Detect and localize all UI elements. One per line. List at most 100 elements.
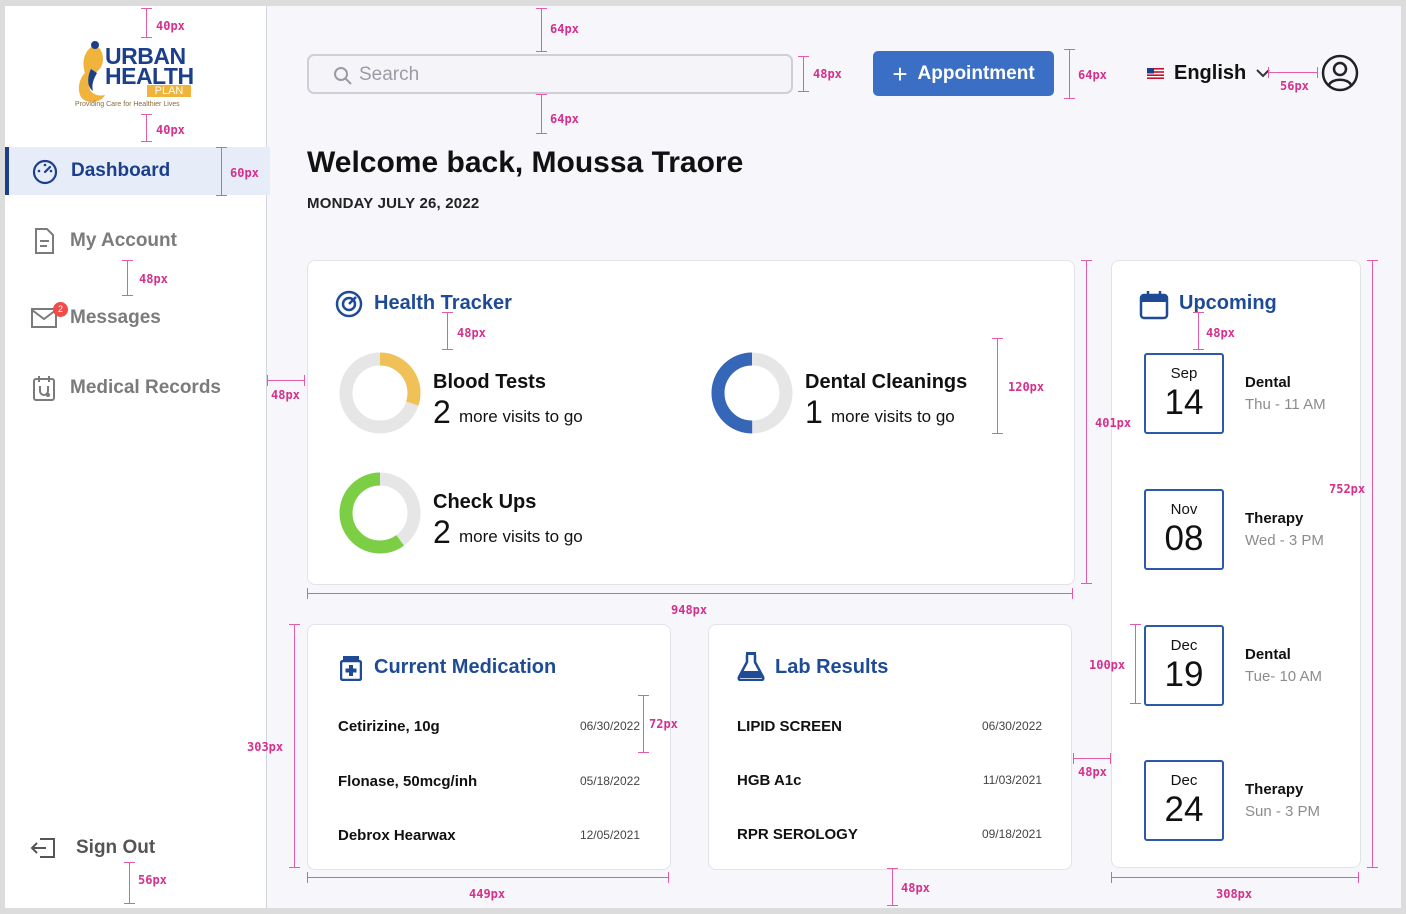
date-month: Dec xyxy=(1170,772,1198,789)
annotation-line xyxy=(307,588,308,599)
annotation-line xyxy=(141,8,152,9)
annotation-line xyxy=(798,91,809,92)
lab-date: 06/30/2022 xyxy=(981,719,1042,733)
medicine-icon xyxy=(340,656,362,681)
tracker-count: 2 xyxy=(433,514,451,550)
tracker-check-ups: Check Ups 2 more visits to go xyxy=(338,471,638,555)
annotation-label: 449px xyxy=(469,887,506,901)
sign-out-button[interactable]: Sign Out xyxy=(5,824,266,872)
date-day: 08 xyxy=(1164,519,1204,558)
upcoming-item[interactable]: Sep 14 Dental Thu - 11 AM xyxy=(1144,353,1384,435)
annotation-line xyxy=(304,375,305,386)
annotation-line xyxy=(221,147,222,195)
annotation-line xyxy=(536,8,547,9)
logo-mark-icon xyxy=(78,41,105,103)
progress-ring xyxy=(711,352,793,434)
annotation-line xyxy=(447,312,448,350)
annotation-label: 100px xyxy=(1089,658,1126,672)
medication-title: Current Medication xyxy=(374,656,557,678)
annotation-line xyxy=(1317,67,1318,78)
annotation-line xyxy=(307,877,669,878)
appointment-label: Appointment xyxy=(917,62,1035,84)
annotation-line xyxy=(541,94,542,134)
annotation-label: 401px xyxy=(1095,416,1132,430)
annotation-label: 40px xyxy=(156,123,185,137)
messages-badge: 2 xyxy=(53,302,68,317)
date-day: 14 xyxy=(1164,383,1204,422)
annotation-line xyxy=(798,56,809,57)
flask-icon xyxy=(737,652,765,681)
logo-text-health: HEALTH xyxy=(105,63,194,89)
us-flag-icon xyxy=(1147,67,1164,79)
annotation-line xyxy=(668,872,669,883)
medication-date: 05/18/2022 xyxy=(579,774,640,788)
upcoming-card: Upcoming Sep 14 Dental Thu - 11 AM Nov 0… xyxy=(1111,260,1361,868)
annotation-line xyxy=(122,295,133,296)
annotation-label: 60px xyxy=(230,166,259,180)
date-badge: Dec 19 xyxy=(1144,625,1224,706)
annotation-line xyxy=(1072,588,1073,599)
medical-records-icon xyxy=(30,374,58,402)
search-placeholder: Search xyxy=(359,64,420,85)
annotation-label: 48px xyxy=(1078,765,1107,779)
annotation-label: 56px xyxy=(138,873,167,887)
annotation-label: 48px xyxy=(813,67,842,81)
annotation-line xyxy=(536,94,547,95)
lab-name: HGB A1c xyxy=(737,772,802,789)
annotation-line xyxy=(289,624,300,625)
language-selector[interactable]: English xyxy=(1147,60,1270,86)
logo[interactable]: URBAN HEALTH PLAN Providing Care for Hea… xyxy=(75,39,205,113)
annotation-label: 40px xyxy=(156,19,185,33)
annotation-line xyxy=(1081,583,1092,584)
upcoming-item[interactable]: Dec 24 Therapy Sun - 3 PM xyxy=(1144,760,1384,842)
sign-out-label: Sign Out xyxy=(76,837,156,858)
annotation-label: 48px xyxy=(139,272,168,286)
date-month: Sep xyxy=(1170,365,1198,382)
health-tracker-card: Health Tracker Blood Tests 2 more visits… xyxy=(307,260,1075,585)
annotation-line xyxy=(141,37,152,38)
annotation-line xyxy=(638,752,649,753)
language-label: English xyxy=(1174,61,1247,84)
tracker-title: Blood Tests xyxy=(433,371,546,393)
appointment-time: Wed - 3 PM xyxy=(1245,532,1324,549)
annotation-line xyxy=(997,338,998,434)
annotation-line xyxy=(1268,67,1269,78)
sidebar-item-medical-records[interactable]: Medical Records xyxy=(5,364,266,412)
upcoming-item[interactable]: Dec 19 Dental Tue- 10 AM xyxy=(1144,625,1384,707)
calendar-icon xyxy=(1139,291,1169,320)
sign-out-icon xyxy=(30,834,58,862)
annotation-line xyxy=(124,862,135,863)
annotation-line xyxy=(892,868,893,906)
add-appointment-button[interactable]: + Appointment xyxy=(873,51,1054,96)
annotation-line xyxy=(124,903,135,904)
annotation-label: 752px xyxy=(1329,482,1366,496)
date-month: Nov xyxy=(1170,501,1198,518)
annotation-line xyxy=(1111,877,1359,878)
user-avatar-icon[interactable] xyxy=(1321,54,1359,92)
annotation-line xyxy=(146,8,147,38)
logo-text-plan: PLAN xyxy=(147,85,191,97)
annotation-line xyxy=(1358,872,1359,883)
lab-results-card: Lab Results LIPID SCREEN 06/30/2022 HGB … xyxy=(708,624,1072,870)
annotation-line xyxy=(146,114,147,142)
annotation-line xyxy=(992,433,1003,434)
tracker-title: Dental Cleanings xyxy=(805,371,968,393)
annotation-line xyxy=(643,695,644,753)
annotation-line xyxy=(141,114,152,115)
tracker-dental-cleanings: Dental Cleanings 1 more visits to go xyxy=(710,351,1050,435)
sidebar: URBAN HEALTH PLAN Providing Care for Hea… xyxy=(5,6,270,908)
appointment-type: Therapy xyxy=(1245,781,1304,798)
annotation-line xyxy=(442,312,453,313)
tracker-blood-tests: Blood Tests 2 more visits to go xyxy=(338,351,638,435)
annotation-line xyxy=(1130,624,1141,625)
search-input[interactable]: Search xyxy=(307,54,793,94)
sidebar-item-my-account[interactable]: My Account xyxy=(5,217,266,265)
annotation-line xyxy=(1135,624,1136,704)
target-icon xyxy=(335,290,363,318)
annotation-line xyxy=(1064,98,1075,99)
date-day: 19 xyxy=(1164,655,1204,694)
annotation-line xyxy=(1268,72,1318,73)
appointment-time: Thu - 11 AM xyxy=(1245,396,1326,413)
upcoming-item[interactable]: Nov 08 Therapy Wed - 3 PM xyxy=(1144,489,1384,571)
sidebar-item-messages[interactable]: 2 Messages xyxy=(5,294,266,342)
